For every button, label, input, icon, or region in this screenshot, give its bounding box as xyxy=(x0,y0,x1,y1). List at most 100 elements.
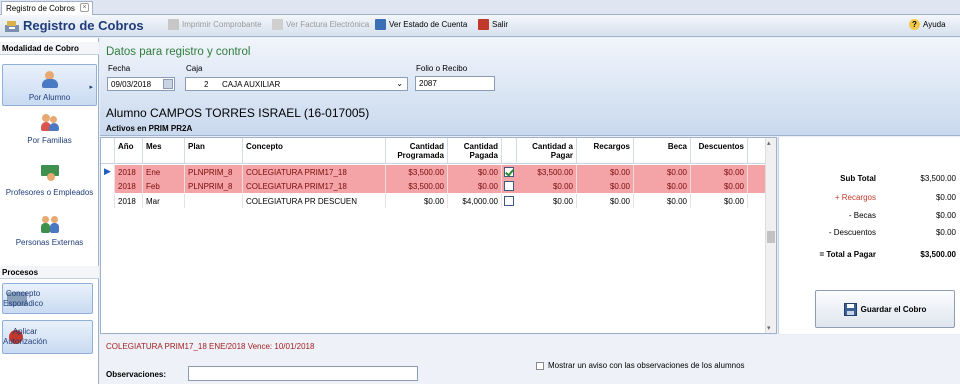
scroll-thumb[interactable] xyxy=(767,231,775,243)
table-row[interactable]: 2018 Mar COLEGIATURA PR DESCUEN $0.00 $4… xyxy=(101,194,766,208)
concepto-label-1: Concepto xyxy=(5,288,41,298)
column-mes[interactable]: Mes xyxy=(143,138,185,164)
cell-concepto: COLEGIATURA PRIM17_18 xyxy=(243,165,386,179)
column-programada[interactable]: Cantidad Programada xyxy=(386,138,448,164)
column-filler xyxy=(748,138,766,164)
cell-anio: 2018 xyxy=(115,165,143,179)
statement-icon xyxy=(375,19,386,30)
cell-programada: $3,500.00 xyxy=(386,165,448,179)
cell-plan: PLNPRIM_8 xyxy=(185,179,243,193)
window-tabstrip: Registro de Cobros × xyxy=(0,0,960,15)
account-statement-button[interactable]: Ver Estado de Cuenta xyxy=(375,19,467,30)
recargos-label: + Recargos xyxy=(834,193,876,202)
notice-checkbox-label: Mostrar un aviso con las observaciones d… xyxy=(548,361,745,370)
sidebar-item-profesores[interactable]: Profesores o Empleados xyxy=(2,160,97,200)
notice-checkbox-box[interactable] xyxy=(536,361,544,370)
scroll-down-icon[interactable]: ▾ xyxy=(767,324,771,332)
pay-checkbox[interactable] xyxy=(504,196,514,206)
cell-programada: $0.00 xyxy=(386,194,448,208)
becas-label: - Becas xyxy=(848,211,876,220)
column-apagar[interactable]: Cantidad a Pagar xyxy=(517,138,577,164)
fecha-field[interactable]: 09/03/2018 xyxy=(107,77,175,91)
column-recargos[interactable]: Recargos xyxy=(577,138,634,164)
aplicar-autorizacion-button[interactable]: Aplicar Autorización xyxy=(2,320,93,354)
view-invoice-button[interactable]: Ver Factura Electrónica xyxy=(272,19,369,30)
grid-scrollbar[interactable]: ▴ ▾ xyxy=(765,138,776,333)
folio-field[interactable]: 2087 xyxy=(415,76,495,91)
sidebar-item-por-alumno[interactable]: Por Alumno ▸ xyxy=(2,64,97,106)
sidebar: Modalidad de Cobro Por Alumno ▸ Por Fami… xyxy=(0,38,99,384)
column-pagada-line2: Pagada xyxy=(469,151,498,160)
panel-title: Datos para registro y control xyxy=(106,46,251,58)
app-title-text: Registro de Cobros xyxy=(23,18,144,33)
scroll-up-icon[interactable]: ▴ xyxy=(767,139,771,147)
caja-label: Caja xyxy=(186,64,203,73)
column-concepto[interactable]: Concepto xyxy=(243,138,386,164)
column-programada-line2: Programada xyxy=(397,151,444,160)
cell-apagar[interactable]: $3,500.00 xyxy=(517,165,577,179)
caja-select[interactable]: 2 CAJA AUXILIAR ⌄ xyxy=(185,77,408,91)
print-receipt-button[interactable]: Imprimir Comprobante xyxy=(168,19,262,30)
descuentos-label: - Descuentos xyxy=(828,228,876,237)
pay-checkbox[interactable] xyxy=(504,181,514,191)
sidebar-item-por-familias[interactable]: Por Familias xyxy=(2,112,97,148)
help-button[interactable]: ? Ayuda xyxy=(909,19,946,30)
registro-panel: Datos para registro y control Fecha 09/0… xyxy=(100,38,960,136)
cash-register-icon xyxy=(5,20,19,32)
student-icon xyxy=(41,70,59,88)
subtotal-value: $3,500.00 xyxy=(920,174,956,183)
close-icon[interactable]: × xyxy=(80,3,89,12)
table-row[interactable]: 2018 Feb PLNPRIM_8 COLEGIATURA PRIM17_18… xyxy=(101,179,766,193)
exit-label: Salir xyxy=(492,20,509,29)
table-row[interactable]: ▶ 2018 Ene PLNPRIM_8 COLEGIATURA PRIM17_… xyxy=(101,165,766,179)
subtotal-label: Sub Total xyxy=(840,174,876,183)
calendar-icon[interactable] xyxy=(163,79,173,89)
toolbar: Registro de Cobros Imprimir Comprobante … xyxy=(0,15,960,37)
cell-descuentos: $0.00 xyxy=(691,194,748,208)
descuentos-value: $0.00 xyxy=(935,228,956,237)
app-title: Registro de Cobros xyxy=(4,18,144,33)
exit-button[interactable]: Salir xyxy=(478,19,508,30)
cell-pagada: $4,000.00 xyxy=(448,194,502,208)
column-pagada[interactable]: Cantidad Pagada xyxy=(448,138,502,164)
caja-value: CAJA AUXILIAR xyxy=(222,80,281,89)
cell-beca: $0.00 xyxy=(634,165,691,179)
modalidad-heading: Modalidad de Cobro xyxy=(0,42,99,55)
cell-recargos: $0.00 xyxy=(577,194,634,208)
current-row-arrow-icon: ▶ xyxy=(101,165,115,179)
alumno-title: Alumno CAMPOS TORRES ISRAEL (16-017005) xyxy=(106,106,370,120)
column-pagada-line1: Cantidad xyxy=(463,142,498,151)
window-tab[interactable]: Registro de Cobros × xyxy=(1,1,93,15)
column-descuentos[interactable]: Descuentos xyxy=(691,138,748,164)
cell-apagar[interactable]: $0.00 xyxy=(517,179,577,193)
sidebar-item-label: Profesores o Empleados xyxy=(5,188,94,197)
folio-value: 2087 xyxy=(419,79,437,88)
concepto-esporadico-button[interactable]: Concepto Esporádico xyxy=(2,283,93,314)
row-selector xyxy=(101,179,115,193)
column-anio[interactable]: Año xyxy=(115,138,143,164)
totals-panel: Sub Total $3,500.00 + Recargos $0.00 - B… xyxy=(778,137,960,334)
concepto-label-2: Esporádico xyxy=(3,298,44,308)
column-beca[interactable]: Beca xyxy=(634,138,691,164)
cell-apagar[interactable]: $0.00 xyxy=(517,194,577,208)
footer-panel: COLEGIATURA PRIM17_18 ENE/2018 Vence: 10… xyxy=(100,335,960,384)
pay-checkbox[interactable] xyxy=(504,167,514,177)
cell-plan xyxy=(185,194,243,208)
observaciones-input[interactable] xyxy=(188,366,418,381)
cell-recargos: $0.00 xyxy=(577,165,634,179)
column-programada-line1: Cantidad xyxy=(409,142,444,151)
show-notice-checkbox[interactable]: Mostrar un aviso con las observaciones d… xyxy=(536,361,745,370)
aplicar-label-1: Aplicar xyxy=(12,327,38,336)
column-plan[interactable]: Plan xyxy=(185,138,243,164)
sidebar-item-personas-externas[interactable]: Personas Externas xyxy=(2,210,97,250)
folio-label: Folio o Recibo xyxy=(416,64,468,73)
help-icon: ? xyxy=(909,19,920,30)
cell-concepto: COLEGIATURA PR DESCUEN xyxy=(243,194,386,208)
caja-number: 2 xyxy=(204,80,209,89)
save-payment-button[interactable]: Guardar el Cobro xyxy=(815,290,955,328)
aplicar-label-2: Autorización xyxy=(3,337,48,346)
cell-programada: $3,500.00 xyxy=(386,179,448,193)
invoice-icon xyxy=(272,19,283,30)
cell-mes: Mar xyxy=(143,194,185,208)
sidebar-item-label: Personas Externas xyxy=(15,238,84,247)
